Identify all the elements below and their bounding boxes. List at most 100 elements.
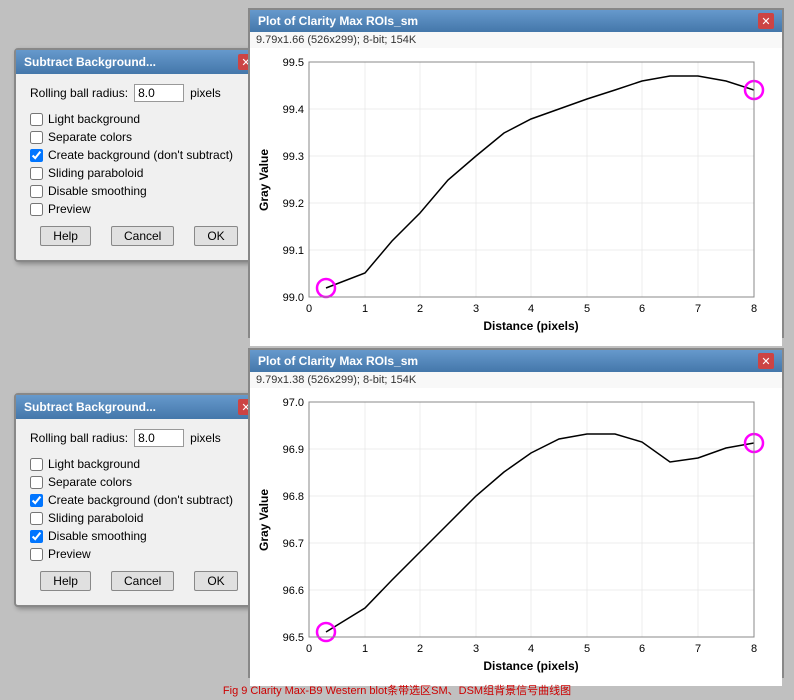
svg-text:96.8: 96.8 xyxy=(283,491,304,503)
plot-1-close-button[interactable]: ✕ xyxy=(758,13,774,29)
svg-text:Gray Value: Gray Value xyxy=(257,149,271,211)
svg-text:2: 2 xyxy=(417,303,423,315)
disable-smooth-checkbox-2[interactable] xyxy=(30,530,43,543)
disable-smooth-label-1: Disable smoothing xyxy=(48,184,147,198)
plot-window-1: Plot of Clarity Max ROIs_sm ✕ 9.79x1.66 … xyxy=(248,8,784,338)
svg-text:97.0: 97.0 xyxy=(283,397,304,409)
radius-input-1[interactable] xyxy=(134,84,184,102)
sep-colors-checkbox-1[interactable] xyxy=(30,131,43,144)
plot-1-title-text: Plot of Clarity Max ROIs_sm xyxy=(258,14,418,28)
plot-2-close-button[interactable]: ✕ xyxy=(758,353,774,369)
create-bg-label-2: Create background (don't subtract) xyxy=(48,493,233,507)
plot-2-svg: 96.5 96.6 96.7 96.8 96.9 97.0 0 1 2 3 4 … xyxy=(254,392,774,682)
svg-text:6: 6 xyxy=(639,303,645,315)
dialog-1-body: Rolling ball radius: pixels Light backgr… xyxy=(16,74,262,260)
checkbox-light-bg-1: Light background xyxy=(30,112,248,126)
create-bg-label-1: Create background (don't subtract) xyxy=(48,148,233,162)
checkbox-create-bg-1: Create background (don't subtract) xyxy=(30,148,248,162)
svg-text:3: 3 xyxy=(473,303,479,315)
svg-text:1: 1 xyxy=(362,643,368,655)
bottom-caption: Fig 9 Clarity Max-B9 Western blot条带选区SM、… xyxy=(0,682,794,698)
svg-text:99.3: 99.3 xyxy=(283,151,304,163)
svg-text:1: 1 xyxy=(362,303,368,315)
disable-smooth-checkbox-1[interactable] xyxy=(30,185,43,198)
sep-colors-checkbox-2[interactable] xyxy=(30,476,43,489)
svg-text:Distance (pixels): Distance (pixels) xyxy=(483,319,578,333)
radius-label-1: Rolling ball radius: xyxy=(30,86,128,100)
sliding-par-label-1: Sliding paraboloid xyxy=(48,166,143,180)
light-bg-checkbox-2[interactable] xyxy=(30,458,43,471)
dialog-2-buttons: Help Cancel OK xyxy=(30,571,248,595)
checkbox-create-bg-2: Create background (don't subtract) xyxy=(30,493,248,507)
svg-text:7: 7 xyxy=(695,303,701,315)
sliding-par-checkbox-2[interactable] xyxy=(30,512,43,525)
checkbox-sep-colors-2: Separate colors xyxy=(30,475,248,489)
svg-text:8: 8 xyxy=(751,643,757,655)
svg-text:99.5: 99.5 xyxy=(283,57,304,69)
sliding-par-label-2: Sliding paraboloid xyxy=(48,511,143,525)
plot-1-area: 99.0 99.1 99.2 99.3 99.4 99.5 0 1 2 3 4 … xyxy=(250,48,782,346)
sliding-par-checkbox-1[interactable] xyxy=(30,167,43,180)
svg-text:96.5: 96.5 xyxy=(283,632,304,644)
create-bg-checkbox-1[interactable] xyxy=(30,149,43,162)
checkbox-preview-2: Preview xyxy=(30,547,248,561)
svg-text:6: 6 xyxy=(639,643,645,655)
cancel-button-1[interactable]: Cancel xyxy=(111,226,174,246)
dialog-1-title-bar: Subtract Background... ✕ xyxy=(16,50,262,74)
svg-text:0: 0 xyxy=(306,303,312,315)
plot-2-title-text: Plot of Clarity Max ROIs_sm xyxy=(258,354,418,368)
create-bg-checkbox-2[interactable] xyxy=(30,494,43,507)
cancel-button-2[interactable]: Cancel xyxy=(111,571,174,591)
svg-text:99.2: 99.2 xyxy=(283,198,304,210)
subtract-background-dialog-1: Subtract Background... ✕ Rolling ball ra… xyxy=(14,48,264,262)
preview-label-2: Preview xyxy=(48,547,91,561)
radius-row-1: Rolling ball radius: pixels xyxy=(30,84,248,102)
radius-unit-1: pixels xyxy=(190,86,221,100)
plot-1-svg: 99.0 99.1 99.2 99.3 99.4 99.5 0 1 2 3 4 … xyxy=(254,52,774,342)
ok-button-1[interactable]: OK xyxy=(194,226,237,246)
svg-text:99.1: 99.1 xyxy=(283,245,304,257)
caption-text: Fig 9 Clarity Max-B9 Western blot条带选区SM、… xyxy=(223,685,571,697)
checkbox-sep-colors-1: Separate colors xyxy=(30,130,248,144)
light-bg-checkbox-1[interactable] xyxy=(30,113,43,126)
svg-text:Gray Value: Gray Value xyxy=(257,489,271,551)
checkbox-disable-smooth-1: Disable smoothing xyxy=(30,184,248,198)
help-button-2[interactable]: Help xyxy=(40,571,91,591)
svg-text:96.7: 96.7 xyxy=(283,538,304,550)
svg-text:7: 7 xyxy=(695,643,701,655)
checkbox-light-bg-2: Light background xyxy=(30,457,248,471)
light-bg-label-1: Light background xyxy=(48,112,140,126)
svg-text:5: 5 xyxy=(584,303,590,315)
dialog-1-title-text: Subtract Background... xyxy=(24,55,156,69)
dialog-1-buttons: Help Cancel OK xyxy=(30,226,248,250)
svg-text:4: 4 xyxy=(528,303,534,315)
checkbox-sliding-par-2: Sliding paraboloid xyxy=(30,511,248,525)
radius-unit-2: pixels xyxy=(190,431,221,445)
plot-2-subtitle: 9.79x1.38 (526x299); 8-bit; 154K xyxy=(250,372,782,388)
radius-row-2: Rolling ball radius: pixels xyxy=(30,429,248,447)
sep-colors-label-1: Separate colors xyxy=(48,130,132,144)
dialog-2-title-bar: Subtract Background... ✕ xyxy=(16,395,262,419)
svg-text:0: 0 xyxy=(306,643,312,655)
svg-text:8: 8 xyxy=(751,303,757,315)
subtract-background-dialog-2: Subtract Background... ✕ Rolling ball ra… xyxy=(14,393,264,607)
radius-label-2: Rolling ball radius: xyxy=(30,431,128,445)
plot-1-title-bar: Plot of Clarity Max ROIs_sm ✕ xyxy=(250,10,782,32)
ok-button-2[interactable]: OK xyxy=(194,571,237,591)
help-button-1[interactable]: Help xyxy=(40,226,91,246)
preview-checkbox-2[interactable] xyxy=(30,548,43,561)
svg-text:96.9: 96.9 xyxy=(283,444,304,456)
plot-window-2: Plot of Clarity Max ROIs_sm ✕ 9.79x1.38 … xyxy=(248,348,784,678)
preview-label-1: Preview xyxy=(48,202,91,216)
preview-checkbox-1[interactable] xyxy=(30,203,43,216)
disable-smooth-label-2: Disable smoothing xyxy=(48,529,147,543)
svg-text:99.4: 99.4 xyxy=(283,104,304,116)
svg-text:5: 5 xyxy=(584,643,590,655)
radius-input-2[interactable] xyxy=(134,429,184,447)
sep-colors-label-2: Separate colors xyxy=(48,475,132,489)
svg-text:3: 3 xyxy=(473,643,479,655)
svg-text:Distance (pixels): Distance (pixels) xyxy=(483,659,578,673)
plot-2-title-bar: Plot of Clarity Max ROIs_sm ✕ xyxy=(250,350,782,372)
plot-1-subtitle: 9.79x1.66 (526x299); 8-bit; 154K xyxy=(250,32,782,48)
plot-2-area: 96.5 96.6 96.7 96.8 96.9 97.0 0 1 2 3 4 … xyxy=(250,388,782,686)
